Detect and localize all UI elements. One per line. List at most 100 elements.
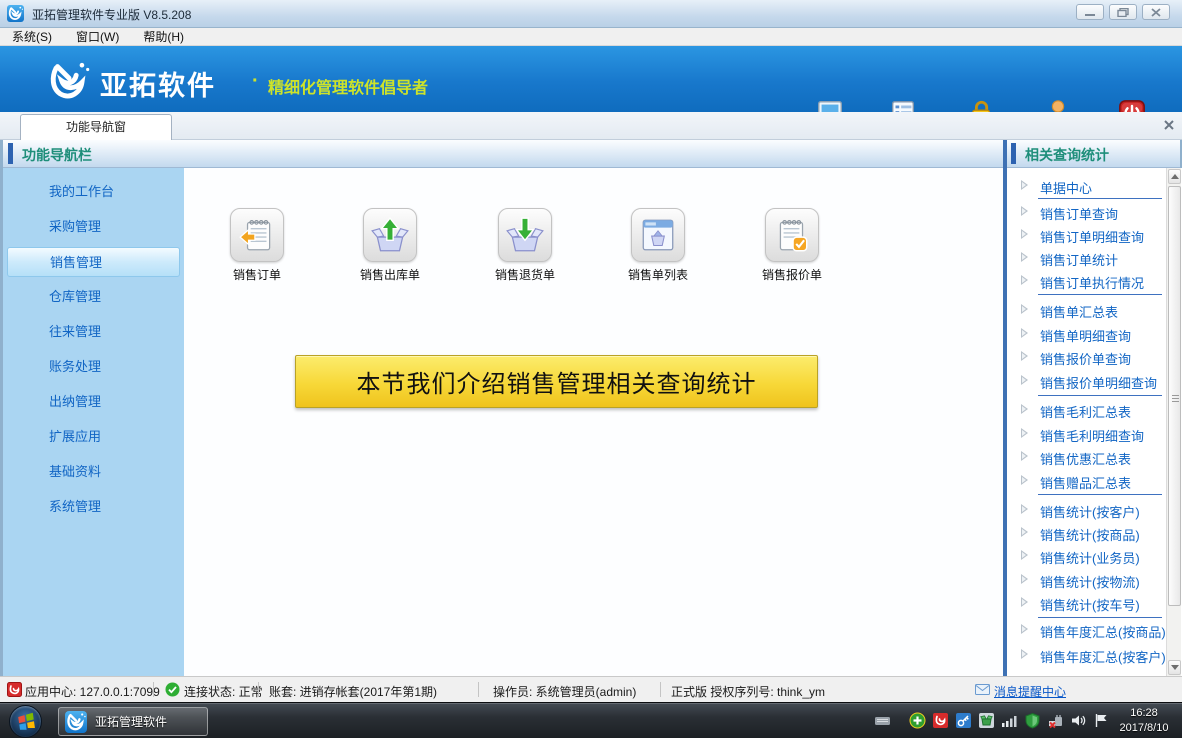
brand-name: 亚拓软件	[100, 64, 216, 103]
flag-icon[interactable]	[1093, 712, 1110, 729]
clock-time: 16:28	[1112, 706, 1176, 721]
minimize-button[interactable]	[1076, 4, 1104, 20]
query-link[interactable]: 销售优惠汇总表	[1007, 448, 1165, 466]
tab-function-navigator[interactable]: 功能导航窗	[20, 114, 172, 140]
brand-slogan: 精细化管理软件倡导者	[268, 74, 428, 98]
system-tray	[874, 712, 1110, 729]
query-link[interactable]: 销售订单执行情况	[1007, 272, 1165, 290]
shortcut-sales-quote[interactable]: 销售报价单	[742, 208, 842, 283]
group-divider	[1038, 395, 1162, 396]
sidebar-item-warehouse[interactable]: 仓库管理	[7, 282, 180, 312]
network-error-icon[interactable]	[1047, 712, 1064, 729]
query-title-bullet	[1011, 143, 1016, 164]
nav-panel-title: 功能导航栏	[22, 145, 92, 165]
query-link[interactable]: 销售毛利汇总表	[1007, 401, 1165, 419]
query-link-doc-center[interactable]: 单据中心	[1007, 177, 1165, 195]
scrollbar-grip	[1172, 395, 1179, 396]
status-separator	[153, 682, 154, 697]
application-window: 亚拓管理软件专业版 V8.5.208 系统(S) 窗口(W) 帮助(H) 亚拓软…	[0, 0, 1182, 738]
list-window-icon	[631, 208, 685, 262]
status-operator: 操作员: 系统管理员(admin)	[493, 683, 636, 700]
query-link[interactable]: 销售报价单明细查询	[1007, 372, 1165, 390]
speaker-icon[interactable]	[1070, 712, 1087, 729]
status-separator	[478, 682, 479, 697]
brand-separator: ·	[252, 70, 259, 93]
scroll-up-icon[interactable]	[1168, 169, 1181, 184]
scrollbar[interactable]	[1166, 168, 1181, 676]
app-red-icon[interactable]	[932, 712, 949, 729]
sidebar-item-contacts[interactable]: 往来管理	[7, 317, 180, 347]
tab-strip: 功能导航窗	[0, 112, 1182, 140]
group-divider	[1038, 617, 1162, 618]
query-link[interactable]: 销售统计(按车号)	[1007, 594, 1165, 612]
shortcut-sales-return[interactable]: 销售退货单	[475, 208, 575, 283]
shield-icon[interactable]	[1024, 712, 1041, 729]
clock-date: 2017/8/10	[1112, 721, 1176, 736]
close-button[interactable]	[1142, 4, 1170, 20]
triangle-bullet-icon	[1021, 180, 1028, 190]
group-divider	[1038, 294, 1162, 295]
restore-button[interactable]	[1109, 4, 1137, 20]
app-icon	[7, 5, 24, 22]
triangle-bullet-icon	[1021, 328, 1028, 338]
main-content: 销售订单 销售出库单 销售退货单 销售单列表 销售报价单 本节我们介	[184, 168, 1003, 676]
query-link[interactable]: 销售统计(业务员)	[1007, 547, 1165, 565]
package-icon[interactable]	[978, 712, 995, 729]
sidebar-item-accounting[interactable]: 账务处理	[7, 352, 180, 382]
tab-close-icon[interactable]	[1162, 118, 1176, 132]
status-account: 账套: 进销存帐套(2017年第1期)	[269, 683, 437, 700]
query-link[interactable]: 销售报价单查询	[1007, 348, 1165, 366]
query-link[interactable]: 销售单明细查询	[1007, 325, 1165, 343]
query-link[interactable]: 销售统计(按客户)	[1007, 501, 1165, 519]
menu-window[interactable]: 窗口(W)	[64, 28, 131, 46]
shortcut-sales-order[interactable]: 销售订单	[207, 208, 307, 283]
query-link[interactable]: 销售年度汇总(按商品)	[1007, 621, 1165, 639]
taskbar-clock[interactable]: 16:28 2017/8/10	[1112, 706, 1176, 736]
sidebar-item-cashier[interactable]: 出纳管理	[7, 387, 180, 417]
scrollbar-thumb[interactable]	[1168, 186, 1181, 606]
triangle-bullet-icon	[1021, 404, 1028, 414]
window-title: 亚拓管理软件专业版 V8.5.208	[32, 6, 191, 23]
query-link[interactable]: 销售统计(按物流)	[1007, 571, 1165, 589]
key-icon[interactable]	[955, 712, 972, 729]
triangle-bullet-icon	[1021, 574, 1028, 584]
connection-ok-icon	[165, 682, 180, 697]
sidebar-item-basedata[interactable]: 基础资料	[7, 457, 180, 487]
outbound-box-icon	[363, 208, 417, 262]
intro-banner: 本节我们介绍销售管理相关查询统计	[295, 355, 818, 408]
keyboard-icon[interactable]	[874, 712, 891, 729]
message-center-link[interactable]: 消息提醒中心	[994, 683, 1066, 700]
taskbar-app-button[interactable]: 亚拓管理软件	[58, 707, 208, 736]
group-divider	[1038, 494, 1162, 495]
menu-help[interactable]: 帮助(H)	[131, 28, 196, 46]
query-link[interactable]: 销售单汇总表	[1007, 301, 1165, 319]
query-link[interactable]: 销售订单查询	[1007, 203, 1165, 221]
nav-sidebar: 我的工作台 采购管理 销售管理 仓库管理 往来管理 账务处理 出纳管理 扩展应用…	[3, 168, 184, 676]
taskbar: 亚拓管理软件 16:28 2017/8/10	[0, 702, 1182, 738]
group-divider	[1038, 198, 1162, 199]
sidebar-item-sales[interactable]: 销售管理	[7, 247, 180, 277]
scroll-down-icon[interactable]	[1168, 660, 1181, 675]
menu-system[interactable]: 系统(S)	[0, 28, 64, 46]
sidebar-item-purchase[interactable]: 采购管理	[7, 212, 180, 242]
query-panel-title: 相关查询统计	[1025, 145, 1109, 165]
query-link[interactable]: 销售订单明细查询	[1007, 226, 1165, 244]
sidebar-item-extensions[interactable]: 扩展应用	[7, 422, 180, 452]
shortcut-sales-outbound[interactable]: 销售出库单	[340, 208, 440, 283]
triangle-bullet-icon	[1021, 597, 1028, 607]
triangle-bullet-icon	[1021, 624, 1028, 634]
triangle-bullet-icon	[1021, 451, 1028, 461]
sidebar-item-system[interactable]: 系统管理	[7, 492, 180, 522]
query-link[interactable]: 销售年度汇总(按客户)	[1007, 646, 1165, 664]
signal-bars-icon[interactable]	[1001, 712, 1018, 729]
shortcut-sales-list[interactable]: 销售单列表	[608, 208, 708, 283]
sidebar-item-workbench[interactable]: 我的工作台	[7, 177, 180, 207]
query-link[interactable]: 销售订单统计	[1007, 249, 1165, 267]
query-link[interactable]: 销售赠品汇总表	[1007, 472, 1165, 490]
status-connection: 连接状态: 正常	[184, 683, 263, 700]
query-link[interactable]: 销售毛利明细查询	[1007, 425, 1165, 443]
status-separator	[660, 682, 661, 697]
green-plus-icon[interactable]	[909, 712, 926, 729]
query-link[interactable]: 销售统计(按商品)	[1007, 524, 1165, 542]
windows-start-orb[interactable]	[9, 705, 42, 738]
